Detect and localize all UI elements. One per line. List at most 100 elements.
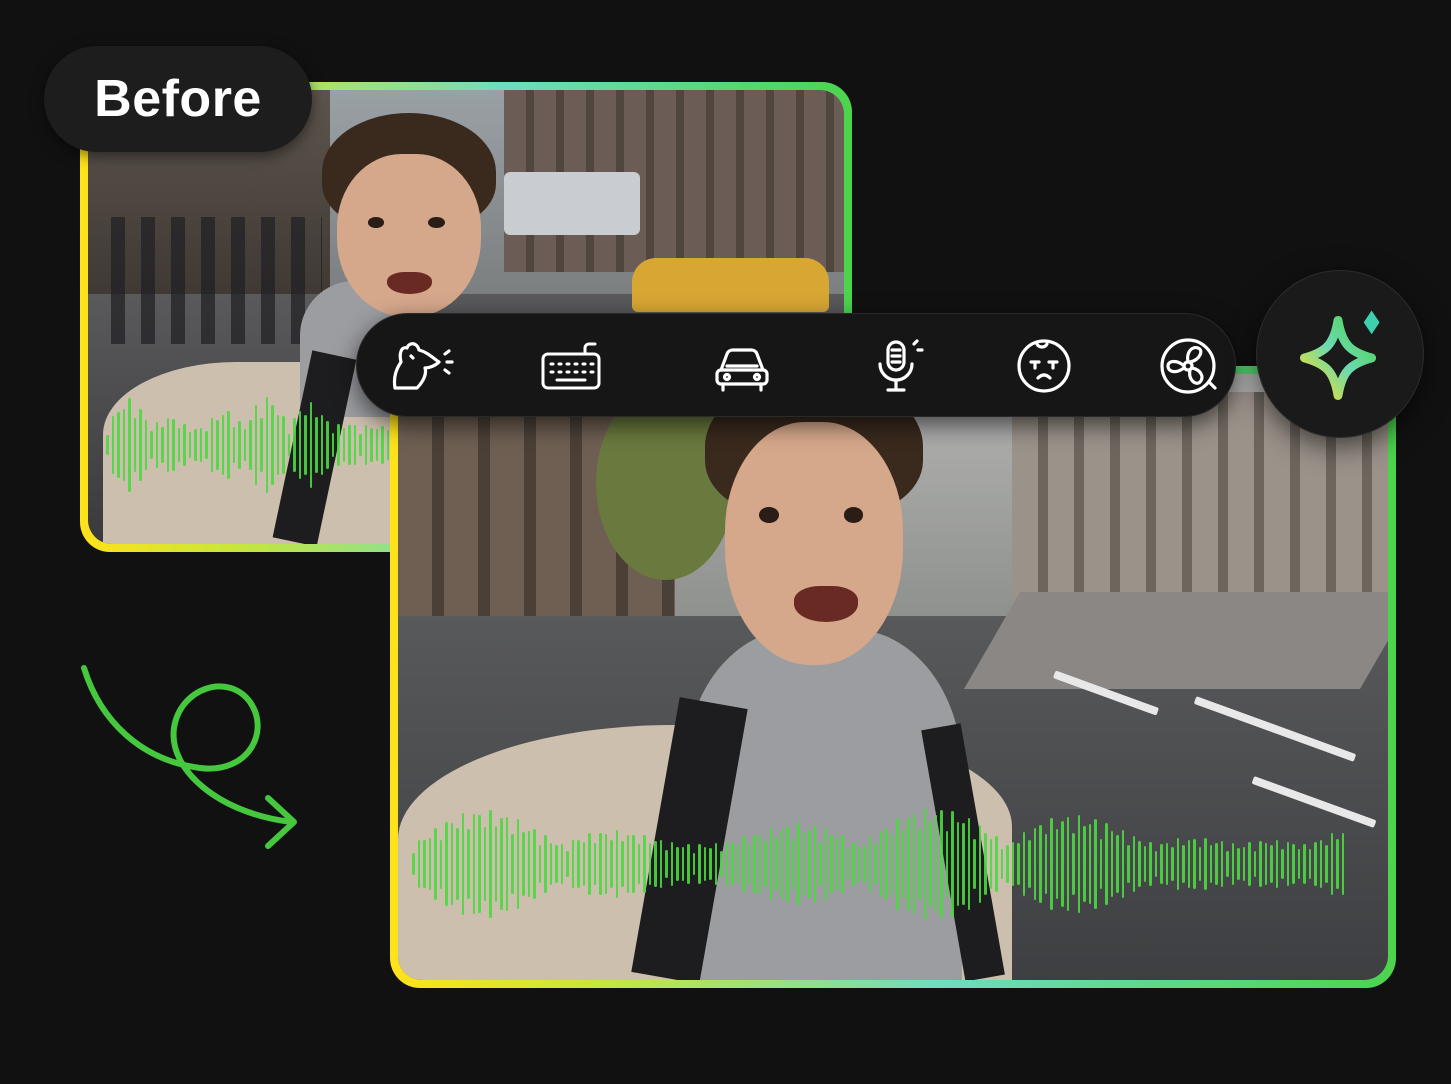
waveform-bar [194,429,197,461]
waveform-bar [434,827,437,901]
waveform-bar [315,417,318,473]
waveform-bar [1220,841,1223,887]
waveform-bar [901,830,904,898]
waveform-bar [555,845,558,883]
waveform-bar [155,422,158,468]
waveform-bar [522,831,525,897]
waveform-bar [1044,834,1047,894]
waveform-bar [1330,833,1333,895]
waveform-bar [863,846,866,882]
animal-sound-button[interactable] [387,336,457,396]
waveform-bar [128,398,131,492]
waveform-bar [375,428,378,462]
waveform-bar [1319,839,1322,889]
waveform-bar [720,850,723,878]
keyboard-sound-button[interactable] [535,336,605,396]
waveform-bar [1066,816,1069,912]
waveform-bar [1072,833,1075,895]
waveform-bar [560,844,563,884]
waveform-bar [1209,844,1212,884]
fan-icon [1160,338,1217,394]
waveform-bar [1259,841,1262,887]
waveform-bar [478,814,481,914]
waveform-bar [599,832,602,896]
waveform-bar [665,849,668,879]
waveform-bar [1182,845,1185,883]
waveform-bar [714,843,717,885]
waveform-bar [456,827,459,901]
sparkle-icon [1299,310,1380,400]
waveform-bar [199,427,202,463]
waveform-bar [742,836,745,892]
waveform-bar [978,824,981,904]
waveform-bar [1000,848,1003,880]
waveform-bar [293,418,296,472]
waveform-bar [320,414,323,476]
waveform-bar [122,409,125,481]
waveform-bar [243,428,246,462]
waveform-bar [265,397,268,493]
waveform-bar [238,420,241,470]
waveform-bar [216,420,219,470]
waveform-bar [1204,837,1207,891]
waveform-bar [150,430,153,460]
waveform-bar [791,838,794,890]
waveform-bar [210,417,213,473]
waveform-bar [1242,846,1245,882]
waveform-bar [260,417,263,473]
waveform-bar [588,832,591,896]
waveform-bar [494,826,497,902]
waveform-bar [1017,843,1020,885]
waveform-bar [1127,844,1130,884]
waveform-bar [309,401,312,489]
waveform-bar [956,822,959,906]
waveform-bar [549,842,552,886]
waveform-bar [1110,831,1113,897]
waveform-bar [467,829,470,899]
waveform-bar [1088,824,1091,904]
waveform-bar [423,840,426,888]
waveform-bar [659,839,662,889]
animal-sound-icon [392,342,454,390]
waveform-bar [868,836,871,892]
car-sound-button[interactable] [707,336,777,396]
waveform-bar [637,844,640,884]
baby-sound-button[interactable] [1009,336,1079,396]
waveform-bar [417,840,420,888]
waveform-bar [918,828,921,900]
waveform-bar [1341,833,1344,895]
waveform-bar [1193,838,1196,890]
waveform-bar [527,830,530,898]
waveform-bar [934,814,937,914]
waveform-bar [830,835,833,893]
waveform-bar [1297,848,1300,880]
waveform-bar [758,833,761,895]
waveform-bar [1336,839,1339,889]
before-to-after-arrow [81,665,297,849]
waveform-bar [177,427,180,463]
waveform-bar [282,415,285,475]
waveform-bar [1226,851,1229,877]
waveform-bar [945,831,948,897]
waveform-bar [593,843,596,885]
waveform-bar [483,826,486,902]
waveform-bar [604,833,607,895]
waveform-bar [166,417,169,473]
waveform-bar [271,404,274,486]
waveform-bar [879,831,882,897]
voice-sound-button[interactable] [862,336,932,396]
waveform-bar [764,840,767,888]
waveform-bar [348,425,351,465]
waveform-bar [500,818,503,910]
waveform-bar [1171,846,1174,882]
waveform-bar [326,420,329,470]
waveform-bar [753,835,756,893]
fan-sound-button[interactable] [1153,336,1223,396]
waveform-bar [907,818,910,910]
before-audio-waveform [106,390,396,500]
waveform-bar [386,430,389,460]
waveform-bar [808,829,811,899]
waveform-bar [1215,842,1218,886]
after-video [398,374,1388,980]
ai-enhance-button[interactable] [1256,270,1424,438]
